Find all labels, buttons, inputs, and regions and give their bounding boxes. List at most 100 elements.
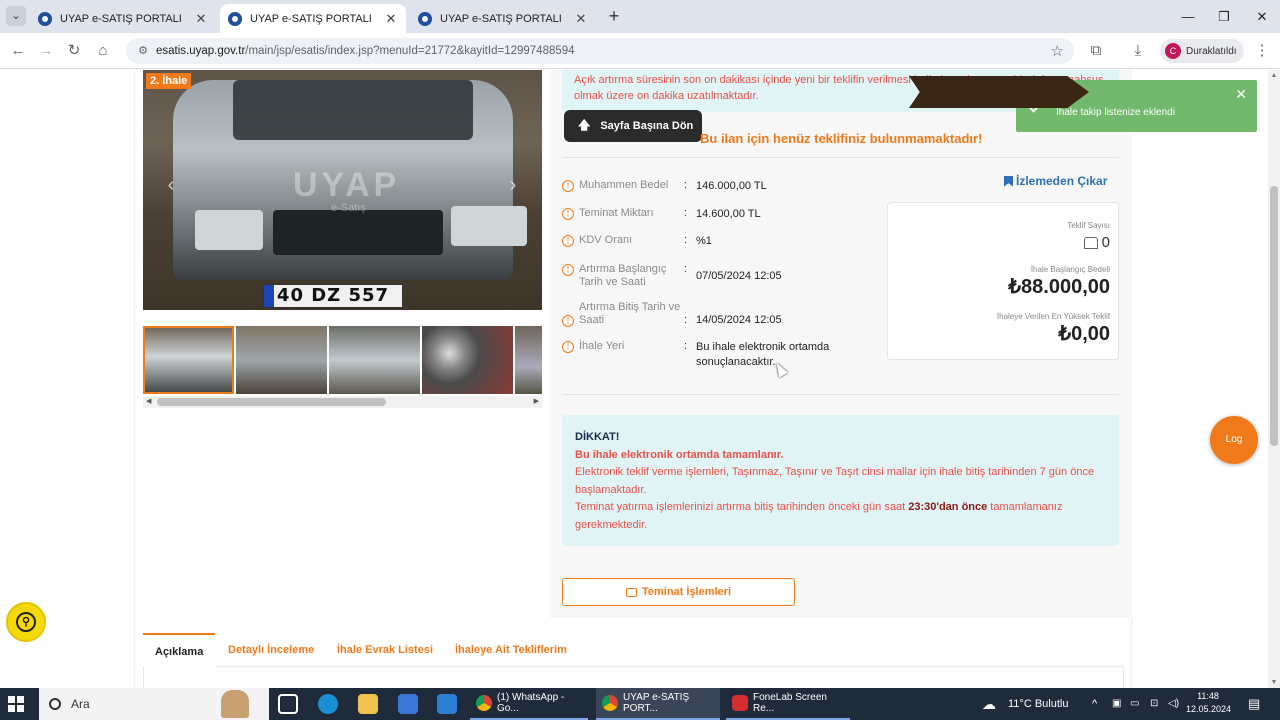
highest-bid: ₺0,00: [1058, 323, 1110, 345]
task-view-icon[interactable]: [278, 694, 298, 714]
thumbnail-5[interactable]: [515, 326, 542, 394]
detail-row-kdv: ! KDV Oranı : %1: [562, 234, 882, 249]
url-text: esatis.uyap.gov.tr/main/jsp/esatis/index…: [156, 45, 575, 57]
store-icon[interactable]: [398, 694, 418, 714]
log-button[interactable]: Log: [1210, 416, 1258, 464]
window-close-icon[interactable]: ✕: [1244, 0, 1280, 33]
taskbar-app-fonelab[interactable]: FoneLab Screen Re...: [726, 688, 850, 720]
back-arrow-icon[interactable]: ←: [8, 41, 28, 61]
close-icon[interactable]: ✕: [384, 11, 398, 27]
address-bar[interactable]: ⚙ esatis.uyap.gov.tr/main/jsp/esatis/ind…: [126, 38, 1074, 64]
forward-arrow-icon[interactable]: →: [36, 41, 56, 61]
file-explorer-icon[interactable]: [358, 694, 378, 714]
browser-tab-3[interactable]: UYAP e-SATIŞ PORTALI ✕: [410, 4, 596, 33]
meet-now-icon[interactable]: ▣: [1112, 688, 1121, 720]
info-icon: !: [562, 264, 574, 276]
thumbnail-2[interactable]: [236, 326, 327, 394]
page-scrollbar[interactable]: ▲ ▼: [1268, 70, 1280, 688]
tab-title: UYAP e-SATIŞ PORTALI: [250, 12, 372, 25]
chevron-right-icon[interactable]: ›: [503, 172, 523, 198]
menu-kebab-icon[interactable]: ⋮: [1252, 41, 1272, 61]
thumbnail-scrollbar[interactable]: ◀ ▶: [143, 396, 542, 408]
warning-box: DİKKAT! Bu ihale elektronik ortamda tama…: [562, 415, 1119, 546]
taskbar-app-whatsapp[interactable]: (1) WhatsApp - Go...: [470, 688, 588, 720]
tab-title: UYAP e-SATIŞ PORTALI: [60, 12, 182, 25]
notification-icon[interactable]: ▤: [1248, 688, 1260, 720]
site-info-icon[interactable]: ⚙: [136, 44, 150, 58]
scroll-right-icon[interactable]: ▶: [534, 396, 539, 408]
home-icon[interactable]: ⌂: [93, 41, 113, 61]
tab-detayli-inceleme[interactable]: Detaylı İnceleme: [228, 633, 314, 667]
scroll-left-icon[interactable]: ◀: [146, 396, 151, 408]
uyap-favicon-icon: [418, 11, 432, 26]
browser-tab-1[interactable]: UYAP e-SATIŞ PORTALI ✕: [30, 4, 216, 33]
thumbnail-1[interactable]: [143, 326, 234, 394]
offer-count-label: Teklif Sayısı: [1067, 221, 1110, 230]
close-icon[interactable]: ✕: [194, 11, 208, 27]
close-icon[interactable]: ✕: [1235, 86, 1247, 103]
back-to-top-button[interactable]: 🡅 Sayfa Başına Dön: [564, 110, 702, 142]
tab-ihale-evrak-listesi[interactable]: İhale Evrak Listesi: [337, 633, 433, 667]
weather-text[interactable]: 11°C Bulutlu: [1008, 688, 1068, 720]
new-tab-icon[interactable]: +: [604, 6, 624, 26]
divider: [562, 157, 1119, 158]
network-icon[interactable]: ⊡: [1150, 688, 1158, 720]
scroll-down-icon[interactable]: ▼: [1268, 679, 1280, 686]
offer-count: 0: [1083, 234, 1110, 251]
accessibility-button[interactable]: ⚲: [6, 602, 46, 642]
profile-button[interactable]: C Duraklatıldı: [1160, 39, 1244, 63]
extensions-icon[interactable]: ⧉: [1086, 41, 1106, 61]
mail-icon[interactable]: [437, 694, 457, 714]
battery-icon[interactable]: ▭: [1130, 688, 1139, 720]
clock[interactable]: 11:48 12.05.2024: [1186, 690, 1231, 716]
chevron-left-icon[interactable]: ‹: [161, 172, 181, 198]
search-highlight-image: [221, 690, 249, 718]
tab-ihaleye-ait-tekliflerim[interactable]: İhaleye Ait Tekliflerim: [455, 633, 567, 667]
bookmark-icon: [1004, 175, 1013, 187]
edge-icon[interactable]: [318, 694, 338, 714]
toast-message: İhale takip listenize eklendi: [1056, 107, 1175, 118]
highest-bid-label: İhaleye Verilen En Yüksek Teklif: [996, 312, 1110, 321]
browser-tabbar: ⌄ UYAP e-SATIŞ PORTALI ✕ UYAP e-SATIŞ PO…: [0, 0, 1280, 33]
taskbar-search[interactable]: Ara: [39, 688, 269, 720]
windows-taskbar: Ara (1) WhatsApp - Go... UYAP e-SATIŞ PO…: [0, 688, 1280, 720]
teminat-button[interactable]: Teminat İşlemleri: [562, 578, 795, 606]
info-icon: !: [562, 315, 574, 327]
unwatch-link[interactable]: İzlemeden Çıkar: [1004, 174, 1107, 188]
warning-line-1: Elektronik teklif verme işlemleri, Taşın…: [575, 466, 1095, 496]
thumbnail-4[interactable]: [422, 326, 513, 394]
restore-icon[interactable]: ❐: [1206, 0, 1242, 33]
bookmark-star-icon[interactable]: ☆: [1051, 42, 1064, 60]
avatar: C: [1165, 43, 1181, 59]
download-icon[interactable]: ⤓: [1128, 41, 1148, 61]
thumbnail-3[interactable]: [329, 326, 420, 394]
chrome-icon: [476, 695, 492, 711]
watermark: UYAP: [293, 166, 401, 204]
tab-aciklama[interactable]: Açıklama: [143, 633, 216, 667]
main-photo[interactable]: UYAP e-Satış 40 DZ 557 ‹ ›: [143, 70, 542, 310]
scroll-up-icon[interactable]: ▲: [1268, 72, 1280, 79]
detail-row-ihale-yeri: ! İhale Yeri : Bu ihale elektronik ortam…: [562, 340, 882, 370]
minimize-icon[interactable]: —: [1170, 0, 1206, 33]
accessibility-icon: ⚲: [16, 612, 36, 632]
windows-start-icon[interactable]: [8, 696, 24, 712]
reload-icon[interactable]: ↻: [64, 41, 84, 61]
warning-title: DİKKAT!: [575, 431, 620, 443]
redaction-overlay: [909, 76, 1089, 108]
taskbar-app-uyap[interactable]: UYAP e-SATIŞ PORT...: [596, 688, 720, 720]
uyap-favicon-icon: [38, 11, 52, 26]
start-price: ₺88.000,00: [1008, 276, 1110, 298]
close-icon[interactable]: ✕: [574, 11, 588, 27]
no-bid-message: Bu ilan için henüz teklifiniz bulunmamak…: [700, 131, 983, 146]
tab-list-button[interactable]: ⌄: [6, 6, 26, 26]
detail-row-teminat: ! Teminat Miktarı : 14.600,00 TL: [562, 207, 882, 222]
detail-row-muhammen: ! Muhammen Bedel : 146.000,00 TL: [562, 179, 882, 194]
info-icon: !: [562, 208, 574, 220]
tab-title: UYAP e-SATIŞ PORTALI: [440, 12, 562, 25]
warning-subtitle: Bu ihale elektronik ortamda tamamlanır.: [575, 448, 784, 461]
info-icon: !: [562, 341, 574, 353]
volume-icon[interactable]: ◁): [1168, 688, 1179, 720]
chevron-up-icon[interactable]: ^: [1092, 688, 1097, 720]
fonelab-icon: [732, 695, 748, 711]
browser-tab-2[interactable]: UYAP e-SATIŞ PORTALI ✕: [220, 4, 406, 33]
